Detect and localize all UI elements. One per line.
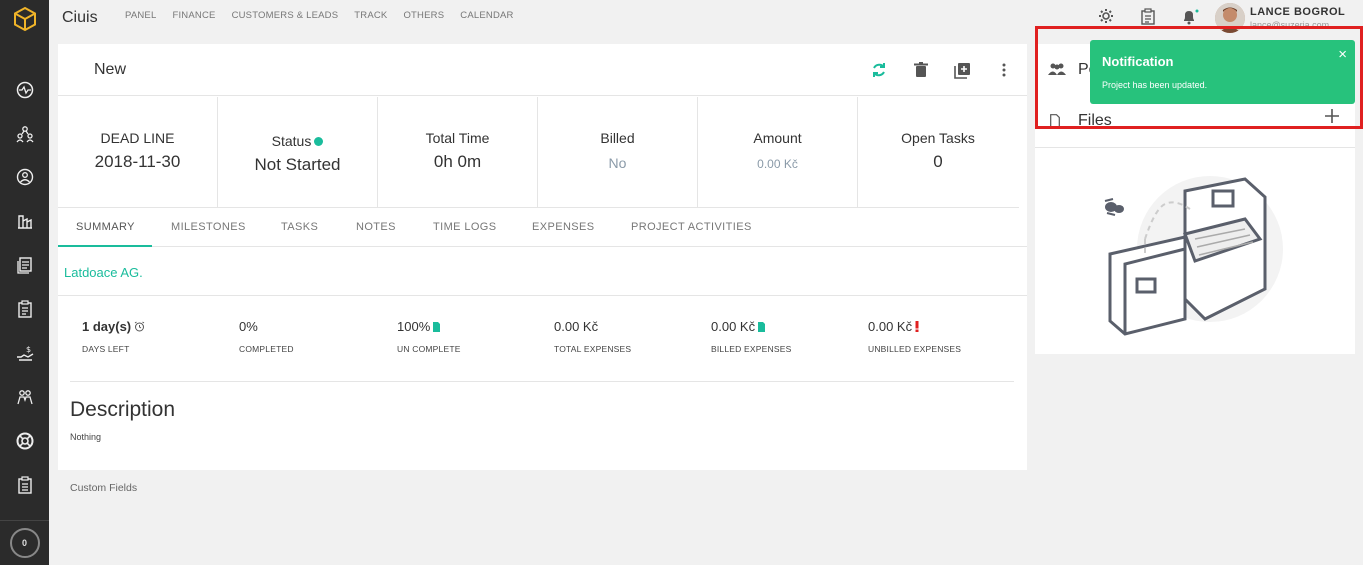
file-icon [433,321,441,332]
sidebar-footer: 0 [0,520,49,565]
app-name[interactable]: Ciuis [62,9,98,27]
stat-deadline: DEAD LINE 2018-11-30 [58,97,218,207]
metric-completed: 0% COMPLETED [239,319,294,354]
tab-project-activities[interactable]: PROJECT ACTIVITIES [631,221,752,233]
divider [58,295,1027,296]
expenses-icon[interactable]: $ [0,337,49,369]
close-icon[interactable]: × [1338,46,1347,63]
deadline-label: DEAD LINE [100,130,175,146]
dashboard-icon[interactable] [0,74,49,106]
more-options-icon[interactable] [995,61,1013,79]
client-link[interactable]: Latdoace AG. [64,265,143,280]
metric-days-left: 1 day(s) DAYS LEFT [82,319,145,354]
status-dot-icon [314,137,324,146]
exclamation-icon [915,321,919,332]
project-stats: DEAD LINE 2018-11-30 Status Not Started … [58,97,1019,208]
notification-counter[interactable]: 0 [9,528,40,558]
description-body: Nothing [70,432,102,442]
tab-tasks[interactable]: TASKS [281,221,318,233]
active-tab-indicator [58,245,152,247]
project-tabs: SUMMARY MILESTONES TASKS NOTES TIME LOGS… [58,209,1027,247]
metric-billed-expenses: 0.00 Kč BILLED EXPENSES [711,319,791,354]
metric-total-expenses: 0.00 Kč TOTAL EXPENSES [554,319,631,354]
metric-uncomplete: 100% UN COMPLETE [397,319,461,354]
billed-expenses-text: 0.00 Kč [711,319,756,334]
deadline-value: 2018-11-30 [94,152,181,171]
nav-finance[interactable]: FINANCE [172,10,215,21]
uncomplete-text: 100% [397,319,431,334]
uncomplete-value: 100% [397,319,461,334]
total-expenses-label: TOTAL EXPENSES [554,344,632,354]
description-title: Description [70,398,176,421]
unbilled-expenses-value: 0.00 Kč [868,319,961,334]
nav-track[interactable]: TRACK [354,10,387,21]
project-header: New [58,44,1027,96]
support-icon[interactable] [0,425,49,457]
metric-unbilled-expenses: 0.00 Kč UNBILLED EXPENSES [868,319,961,354]
customers-icon[interactable] [0,161,49,193]
stat-status: Status Not Started [218,97,378,207]
open-tasks-label: Open Tasks [901,130,975,146]
status-label: Status [218,133,377,149]
refresh-icon[interactable] [870,61,888,79]
staff-icon[interactable] [0,381,49,413]
projects-icon[interactable] [0,205,49,237]
total-time-label: Total Time [425,130,490,146]
empty-files-illustration [1104,176,1283,336]
completed-label: COMPLETED [239,344,294,354]
stat-billed: Billed No [538,97,698,207]
project-title: New [94,61,127,78]
alarm-icon [134,321,145,332]
billed-expenses-value: 0.00 Kč [711,319,791,334]
tab-notes[interactable]: NOTES [356,221,396,233]
divider [70,381,1014,382]
billed-expenses-label: BILLED EXPENSES [711,344,792,354]
notification-title: Notification [1102,54,1174,69]
nav-panel[interactable]: PANEL [125,10,156,21]
tab-milestones[interactable]: MILESTONES [171,221,246,233]
days-left-text: 1 day(s) [82,319,132,334]
status-label-text: Status [271,133,312,149]
amount-value: 0.00 Kč [757,157,798,171]
notification-message: Project has been updated. [1102,80,1208,90]
stat-amount: Amount 0.00 Kč [698,97,858,207]
divider [1035,147,1355,148]
nav-others[interactable]: OTHERS [403,10,444,21]
uncomplete-label: UN COMPLETE [397,344,461,354]
completed-value: 0% [239,319,258,334]
notification-toast: Notification Project has been updated. × [1090,40,1355,104]
days-left-label: DAYS LEFT [82,344,130,354]
tasks-icon[interactable] [0,469,49,501]
stat-total-time: Total Time 0h 0m [378,97,538,207]
billed-label: Billed [600,130,635,146]
user-name[interactable]: LANCE BOGROL [1250,6,1345,18]
leads-icon[interactable] [0,118,49,150]
copy-icon[interactable] [953,61,971,79]
file-icon [758,321,766,332]
stat-open-tasks: Open Tasks 0 [858,97,1018,207]
billed-value: No [608,155,627,171]
logo-icon[interactable] [0,0,49,38]
svg-text:$: $ [26,345,31,354]
unbilled-expenses-text: 0.00 Kč [868,319,913,334]
tab-time-logs[interactable]: TIME LOGS [433,221,497,233]
total-time-value: 0h 0m [433,152,482,171]
open-tasks-value: 0 [933,152,943,171]
unbilled-expenses-label: UNBILLED EXPENSES [868,344,962,354]
total-expenses-value: 0.00 Kč [554,319,599,334]
top-navigation: PANEL FINANCE CUSTOMERS & LEADS TRACK OT… [125,10,514,21]
project-card: New DEAD LINE 2018-11-30 Status Not Star… [58,44,1027,470]
documents-icon[interactable] [0,293,49,325]
tab-expenses[interactable]: EXPENSES [532,221,595,233]
nav-customers-leads[interactable]: CUSTOMERS & LEADS [232,10,339,21]
amount-label: Amount [753,130,802,146]
tab-summary[interactable]: SUMMARY [76,221,135,233]
sidebar: $ 0 [0,0,49,565]
nav-calendar[interactable]: CALENDAR [460,10,513,21]
days-left-value: 1 day(s) [82,319,145,334]
invoices-icon[interactable] [0,249,49,281]
delete-icon[interactable] [912,61,930,79]
custom-fields-label: Custom Fields [70,482,138,494]
status-value: Not Started [254,155,341,174]
